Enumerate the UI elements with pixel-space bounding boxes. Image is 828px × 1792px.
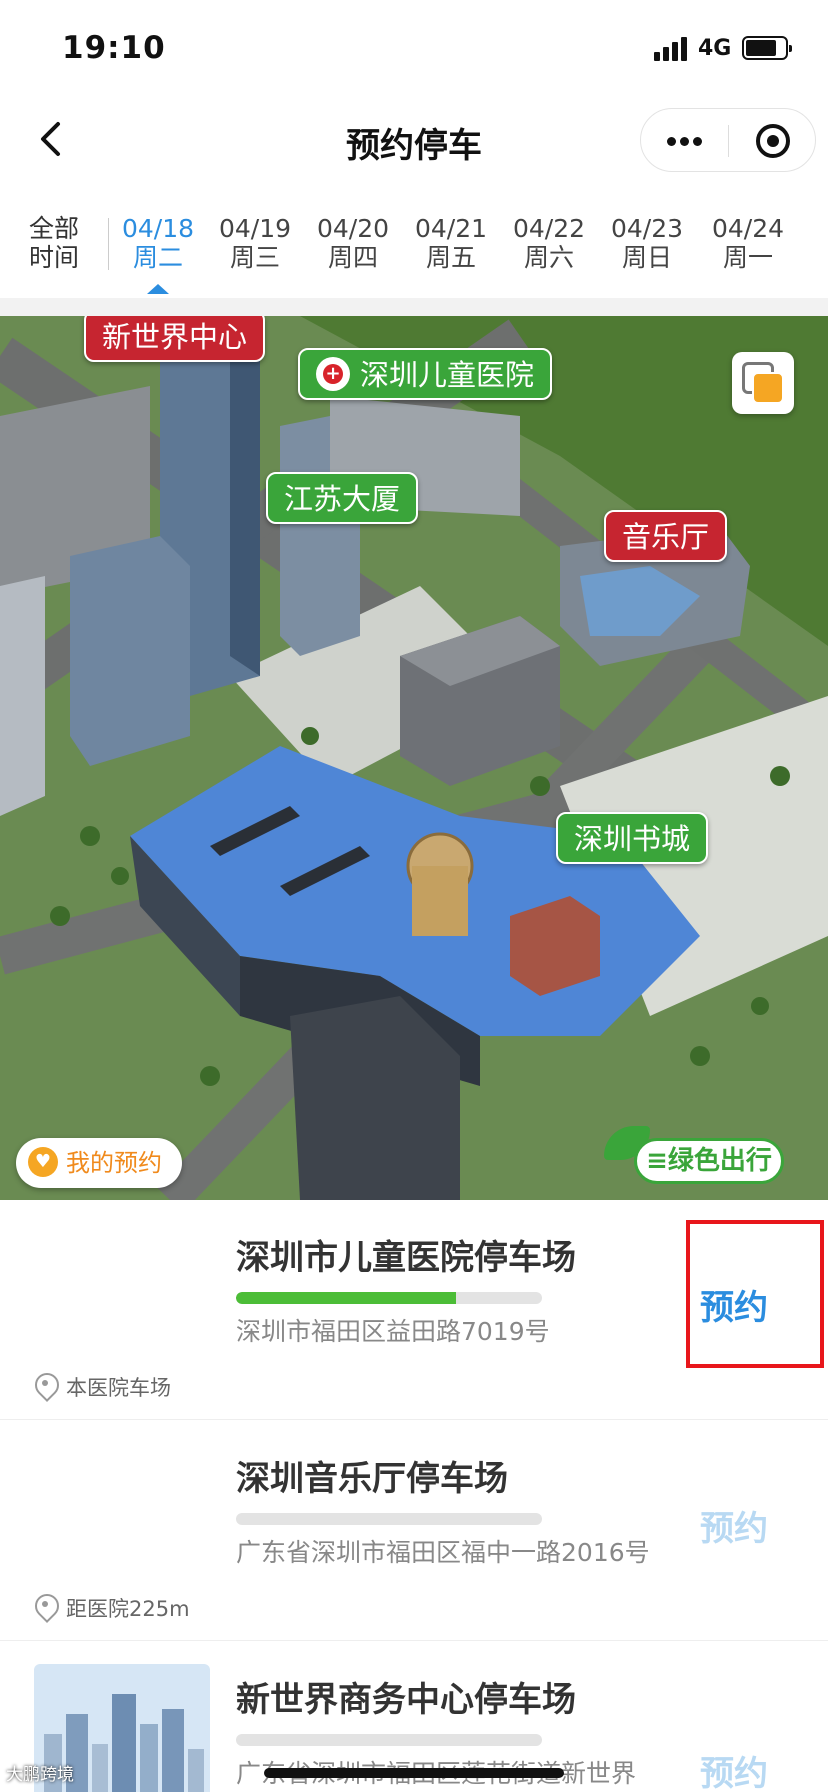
tab-date-0424[interactable]: 04/24 周一 bbox=[702, 214, 794, 272]
map-label-children-hospital-text: 深圳儿童医院 bbox=[360, 358, 535, 392]
hospital-cross-icon: + bbox=[316, 357, 350, 391]
tab-date-0421[interactable]: 04/21 周五 bbox=[405, 214, 497, 272]
signal-icon bbox=[654, 37, 690, 61]
tab-date-0420[interactable]: 04/20 周四 bbox=[307, 214, 399, 272]
tab-date-0422[interactable]: 04/22 周六 bbox=[503, 214, 595, 272]
book-button[interactable]: 预约 bbox=[700, 1501, 768, 1550]
parking-lot-location-text: 本医院车场 bbox=[66, 1376, 171, 1400]
network-type: 4G bbox=[698, 36, 732, 61]
list-item-parking-lot[interactable]: 深圳音乐厅停车场 广东省深圳市福田区福中一路2016号 距医院225m 预约 bbox=[0, 1421, 828, 1641]
target-icon-dot bbox=[767, 135, 779, 147]
tab-weekday: 周四 bbox=[327, 243, 378, 272]
map-label-book-city[interactable]: 深圳书城 bbox=[556, 812, 709, 864]
status-bar: 19:10 4G bbox=[0, 0, 828, 100]
tab-date: 04/21 bbox=[414, 214, 488, 243]
map-label-jiangsu-building[interactable]: 江苏大厦 bbox=[266, 472, 419, 524]
tab-date: 04/23 bbox=[610, 214, 684, 243]
tab-separator bbox=[108, 218, 109, 270]
tab-weekday: 周六 bbox=[523, 243, 574, 272]
nav-bar: 预约停车 bbox=[0, 100, 828, 180]
availability-bar-fill bbox=[236, 1292, 457, 1304]
location-pin-icon bbox=[34, 1594, 56, 1622]
tab-date-0418[interactable]: 04/18 周二 bbox=[112, 214, 204, 272]
tab-weekday: 周五 bbox=[425, 243, 476, 272]
green-trip-button[interactable]: ≡绿色出行 bbox=[604, 1126, 786, 1188]
parking-lot-location: 本医院车场 bbox=[34, 1372, 171, 1402]
parking-lot-name: 深圳音乐厅停车场 bbox=[236, 1459, 508, 1499]
tab-date: 04/20 bbox=[316, 214, 390, 243]
tab-date-0423[interactable]: 04/23 周日 bbox=[601, 214, 693, 272]
mini-program-capsule bbox=[640, 108, 816, 172]
availability-bar bbox=[236, 1734, 542, 1746]
tab-weekday: 周三 bbox=[229, 243, 280, 272]
watermark-text: 大鹏跨境 bbox=[6, 1765, 74, 1785]
location-pin-icon bbox=[34, 1373, 56, 1401]
close-mini-program-button[interactable] bbox=[729, 109, 817, 173]
tab-date-0419[interactable]: 04/19 周三 bbox=[209, 214, 301, 272]
active-tab-indicator bbox=[147, 284, 169, 294]
tab-weekday: 周日 bbox=[621, 243, 672, 272]
parking-lot-location: 距医院225m bbox=[34, 1593, 190, 1623]
tab-date: 04/22 bbox=[512, 214, 586, 243]
layer-switch-button[interactable] bbox=[732, 352, 794, 414]
availability-bar bbox=[236, 1513, 542, 1525]
parking-lot-address: 广东省深圳市福田区福中一路2016号 bbox=[236, 1538, 650, 1567]
tab-all-time-line2: 时间 bbox=[28, 243, 79, 272]
map-illustration bbox=[0, 316, 828, 1200]
map-view[interactable]: 新世界中心 + 深圳儿童医院 江苏大厦 音乐厅 深圳书城 ♥ 我的预约 ≡绿色出行 bbox=[0, 316, 828, 1200]
status-time: 19:10 bbox=[62, 30, 166, 66]
parking-lot-name: 新世界商务中心停车场 bbox=[236, 1680, 576, 1720]
tab-date: 04/19 bbox=[218, 214, 292, 243]
more-button[interactable] bbox=[641, 109, 728, 173]
map-label-new-world-center[interactable]: 新世界中心 bbox=[84, 316, 266, 362]
parking-lot-address: 深圳市福田区益田路7019号 bbox=[236, 1317, 550, 1346]
book-button[interactable]: 预约 bbox=[700, 1746, 768, 1792]
map-label-children-hospital[interactable]: + 深圳儿童医院 bbox=[298, 348, 553, 400]
parking-lot-name: 深圳市儿童医院停车场 bbox=[236, 1238, 576, 1278]
tab-date: 04/24 bbox=[711, 214, 785, 243]
tab-all-time-line1: 全部 bbox=[28, 214, 79, 243]
date-tabs: 全部 时间 04/18 周二 04/19 周三 04/20 周四 04/21 周… bbox=[0, 200, 828, 296]
layers-icon-front bbox=[752, 372, 784, 404]
section-divider bbox=[0, 298, 828, 316]
tab-weekday: 周一 bbox=[722, 243, 773, 272]
my-booking-button[interactable]: ♥ 我的预约 bbox=[16, 1138, 182, 1188]
tab-date: 04/18 bbox=[121, 214, 195, 243]
highlight-annotation-box bbox=[686, 1220, 824, 1368]
battery-icon bbox=[742, 36, 792, 60]
green-trip-label: ≡绿色出行 bbox=[634, 1138, 784, 1184]
map-label-concert-hall[interactable]: 音乐厅 bbox=[604, 510, 728, 562]
tab-weekday: 周二 bbox=[132, 243, 183, 272]
tab-all-time[interactable]: 全部 时间 bbox=[22, 214, 86, 272]
home-indicator[interactable] bbox=[264, 1768, 564, 1778]
heart-icon: ♥ bbox=[28, 1147, 58, 1177]
parking-lot-location-text: 距医院225m bbox=[66, 1597, 190, 1621]
availability-bar bbox=[236, 1292, 542, 1304]
my-booking-label: 我的预约 bbox=[66, 1149, 162, 1177]
